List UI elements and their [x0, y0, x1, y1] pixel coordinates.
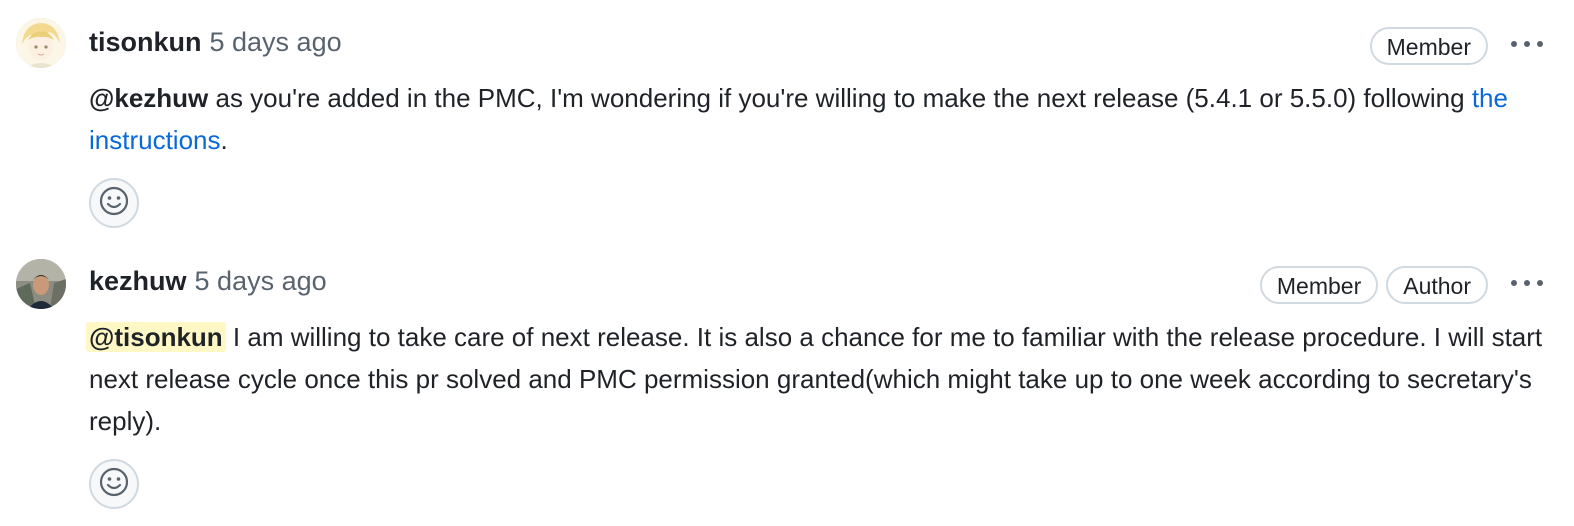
smiley-icon: [98, 466, 130, 503]
user-mention[interactable]: @tisonkun: [86, 322, 226, 352]
member-badge: Member: [1259, 266, 1379, 304]
avatar-tisonkun[interactable]: [16, 18, 66, 68]
comment-body: @tisonkun I am willing to take care of n…: [86, 316, 1549, 442]
add-reaction-button[interactable]: [89, 459, 139, 509]
comment-text: I am willing to take care of next releas…: [89, 322, 1543, 436]
member-badge: Member: [1369, 27, 1488, 65]
comment-timestamp[interactable]: 5 days ago: [195, 266, 327, 296]
author-badge: Author: [1386, 266, 1488, 304]
comment-body: @kezhuw as you're added in the PMC, I'm …: [89, 77, 1549, 161]
badge-group: Member: [1369, 27, 1488, 65]
avatar-kezhuw[interactable]: [16, 259, 66, 309]
comment-text: as you're added in the PMC, I'm wonderin…: [208, 83, 1472, 113]
comment-text-end: .: [220, 125, 228, 155]
comment-author[interactable]: tisonkun: [89, 27, 202, 57]
add-reaction-button[interactable]: [89, 178, 139, 228]
comment-timestamp[interactable]: 5 days ago: [210, 27, 342, 57]
badge-group: Member Author: [1259, 266, 1488, 304]
comment-header: kezhuw 5 days ago: [89, 264, 327, 298]
kebab-horizontal-icon[interactable]: [1510, 273, 1544, 293]
smiley-icon: [98, 185, 130, 222]
comment-author[interactable]: kezhuw: [89, 266, 187, 296]
comment-header: tisonkun 5 days ago: [89, 25, 342, 59]
kebab-horizontal-icon[interactable]: [1510, 34, 1544, 54]
user-mention[interactable]: @kezhuw: [89, 83, 208, 113]
